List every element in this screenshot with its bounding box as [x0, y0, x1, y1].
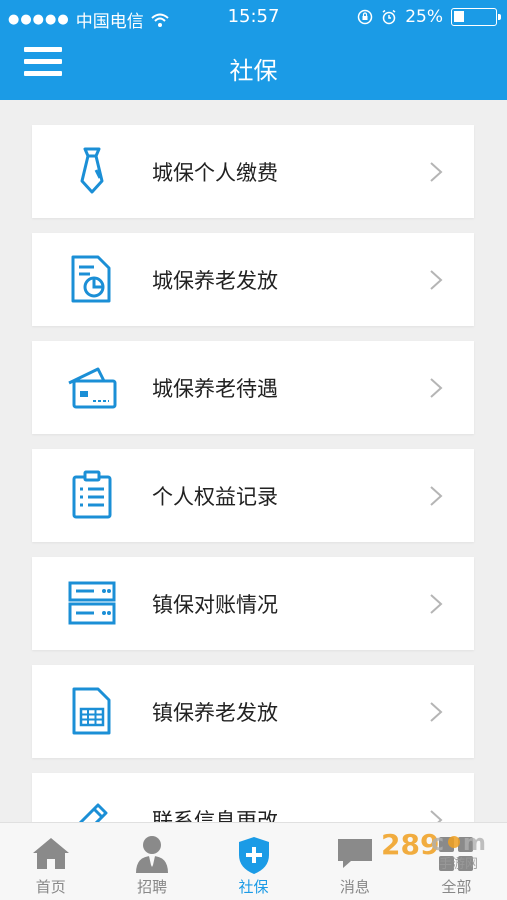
tab-home[interactable]: 首页 — [0, 823, 101, 900]
shield-plus-icon — [238, 837, 269, 874]
tab-label: 全部 — [441, 878, 472, 896]
list-item-personal-rights-record[interactable]: 个人权益记录 — [32, 449, 474, 542]
chevron-right-icon — [430, 810, 443, 822]
tab-label: 首页 — [35, 878, 66, 896]
nav-bar: 社保 — [0, 34, 507, 100]
list-item-label: 城保个人缴费 — [152, 161, 278, 185]
clipboard-list-icon — [72, 470, 112, 519]
svg-text:c: c — [431, 831, 444, 856]
document-chart-icon — [71, 255, 111, 303]
chevron-right-icon — [430, 378, 443, 398]
list-item-label: 个人权益记录 — [152, 485, 278, 509]
pen-icon — [78, 803, 108, 822]
spreadsheet-icon — [72, 687, 111, 735]
chevron-right-icon — [430, 486, 443, 506]
tab-recruitment[interactable]: 招聘 — [101, 823, 202, 900]
tab-label: 消息 — [339, 878, 370, 896]
cards-icon — [68, 367, 117, 409]
orientation-lock-icon — [357, 9, 373, 25]
list-item-town-reconciliation[interactable]: 镇保对账情况 — [32, 557, 474, 650]
chevron-right-icon — [430, 594, 443, 614]
list-item-town-pension-payout[interactable]: 镇保养老发放 — [32, 665, 474, 758]
list-item-city-personal-payment[interactable]: 城保个人缴费 — [32, 125, 474, 218]
chevron-right-icon — [430, 270, 443, 290]
list-item-label: 城保养老发放 — [152, 269, 278, 293]
list-item-label: 镇保对账情况 — [152, 593, 278, 617]
list-item-city-pension-payout[interactable]: 城保养老发放 — [32, 233, 474, 326]
chevron-right-icon — [430, 702, 443, 722]
server-icon — [68, 581, 116, 625]
watermark-suffix: 手游网 — [439, 857, 478, 872]
home-icon — [32, 838, 69, 869]
svg-text:m: m — [463, 831, 486, 856]
battery-percent: 25% — [405, 7, 443, 27]
battery-icon — [451, 8, 501, 26]
tab-label: 招聘 — [137, 878, 168, 896]
list-item-city-pension-benefits[interactable]: 城保养老待遇 — [32, 341, 474, 434]
page-title: 社保 — [229, 57, 278, 85]
alarm-icon — [382, 9, 396, 25]
status-bar: ●●●●● 中国电信 15:57 25% — [0, 0, 507, 34]
service-list: 城保个人缴费 城保养老发放 城保养老待遇 个人权益记录 镇保对账情况 镇保养老发… — [0, 100, 507, 822]
list-item-contact-info-change[interactable]: 联系信息更改 — [32, 773, 474, 822]
watermark-logo: 289 c m 手游网 — [381, 828, 486, 872]
tab-label: 社保 — [238, 878, 269, 896]
tab-social-security[interactable]: 社保 — [203, 823, 304, 900]
tie-icon — [80, 147, 104, 194]
chevron-right-icon — [430, 162, 443, 182]
person-icon — [136, 836, 169, 873]
list-item-label: 城保养老待遇 — [152, 377, 278, 401]
list-item-label: 镇保养老发放 — [152, 701, 278, 725]
list-item-label: 联系信息更改 — [152, 809, 278, 822]
